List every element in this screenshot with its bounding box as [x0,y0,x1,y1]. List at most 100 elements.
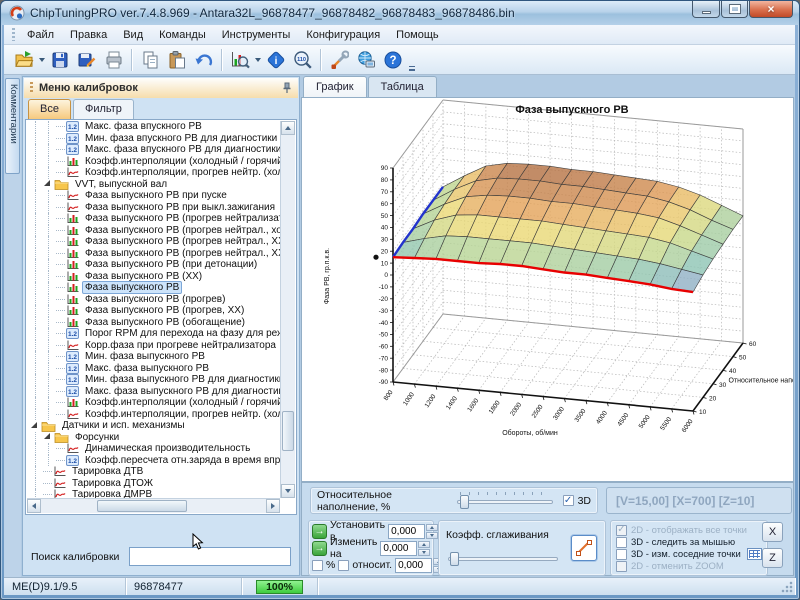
menu-item-1[interactable]: Правка [62,27,115,43]
tree-item[interactable]: 1.2Коэфф.пересчета отн.заряда в время вп… [27,455,280,467]
resize-grip[interactable] [781,581,793,593]
option-3d-follow-mouse: 3D - следить за мышью [616,536,762,548]
map-icon [66,305,79,316]
spin-up-button[interactable] [426,524,438,531]
client-area: Комментарии Меню калибровок ВсеФильтр 1.… [4,75,795,577]
folder-icon [54,178,69,190]
expand-icon[interactable] [44,433,50,439]
scalar-icon: 1.2 [66,374,79,385]
scroll-up-button[interactable] [281,121,295,135]
tab-all[interactable]: Все [28,99,71,119]
toolbar-overflow-button[interactable] [408,49,416,71]
undo-icon [194,50,214,70]
x-axis-button[interactable]: X [762,522,783,542]
toolbar-copy-button[interactable] [136,47,163,73]
menu-item-4[interactable]: Инструменты [214,27,299,43]
print-icon [104,50,124,70]
chart-area[interactable]: -90-80-70-60-50-40-30-20-100102030405060… [301,97,794,482]
panel-grip[interactable] [30,82,33,94]
tree-item[interactable]: Тарировка ДМРВ [27,489,280,498]
option-label: 3D - изм. соседние точки [631,549,741,560]
apply-change-button[interactable]: → [312,541,327,556]
spin-down-button[interactable] [418,549,430,556]
svg-text:1400: 1400 [445,395,459,411]
toolbar-network-button[interactable] [352,47,379,73]
load-label: Относительное наполнение, % [317,489,449,513]
toolbar-print-button[interactable] [100,47,127,73]
tree-folder[interactable]: Датчики и исп. механизмы [27,420,280,432]
tree-vertical-scrollbar[interactable] [280,121,295,498]
scroll-left-button[interactable] [27,499,41,513]
tree-horizontal-scrollbar[interactable] [27,498,280,513]
load-slider[interactable] [457,492,553,510]
map-icon [66,156,79,167]
curve-icon [66,409,79,420]
folder-icon [41,420,56,432]
toolbar-save-edit-button[interactable] [73,47,100,73]
toolbar-tools-button[interactable] [325,47,352,73]
map-icon [66,271,79,282]
maximize-button[interactable] [721,1,748,18]
menu-item-5[interactable]: Конфигурация [298,27,388,43]
menu-item-0[interactable]: Файл [19,27,62,43]
tab-filter[interactable]: Фильтр [73,99,134,119]
smoothing-slider[interactable] [448,551,558,569]
z-axis-button[interactable]: Z [762,548,783,568]
set-to-input[interactable] [388,524,425,539]
svg-text:2500: 2500 [531,403,545,419]
toolbar-info-button[interactable]: i [262,47,289,73]
scroll-thumb[interactable] [282,411,294,451]
curve-icon [53,478,66,489]
spin-down-button[interactable] [426,532,438,539]
option-3d-edit-neighbor-points-checkbox[interactable] [616,549,627,560]
svg-text:-50: -50 [379,332,389,339]
toolbar-open-file-dropdown[interactable] [37,47,46,73]
percent-checkbox[interactable] [312,560,323,571]
smooth-apply-button[interactable] [571,535,597,561]
grid-icon[interactable] [747,548,762,560]
scroll-right-button[interactable] [266,499,280,513]
toolbar-save-button[interactable] [46,47,73,73]
scroll-thumb[interactable] [97,500,187,512]
menu-item-6[interactable]: Помощь [388,27,447,43]
toolbar-open-file-button[interactable] [10,47,37,73]
menu-item-2[interactable]: Вид [115,27,151,43]
toolbar-chart-zoom-button[interactable] [226,47,253,73]
menu-grip [12,28,15,41]
toolbar-help-button[interactable]: ? [379,47,406,73]
map-icon [66,397,79,408]
comments-tab[interactable]: Комментарии [5,78,20,174]
status-file-id: 96878477 [126,578,242,595]
option-3d-follow-mouse-checkbox[interactable] [616,537,627,548]
3d-checkbox[interactable]: ✓ [563,495,574,506]
svg-text:3000: 3000 [552,405,566,421]
tab-table[interactable]: Таблица [368,76,437,97]
svg-text:1.2: 1.2 [68,377,77,384]
relative-label: относит. [352,559,392,571]
minimize-button[interactable] [692,1,720,18]
tab-graph[interactable]: График [303,76,367,97]
pin-icon[interactable] [282,82,292,94]
option-2d-show-all-points: ✓2D - отображать все точки [616,524,762,536]
expand-icon[interactable] [31,422,37,428]
toolbar-chart-zoom-dropdown[interactable] [253,47,262,73]
expand-icon[interactable] [44,180,50,186]
toolbar-undo-button[interactable] [190,47,217,73]
spin-up-button[interactable] [418,541,430,548]
svg-text:Фаза РВ, гр.п.к.в.: Фаза РВ, гр.п.к.в. [324,248,331,304]
option-2d-cancel-zoom-checkbox[interactable] [616,561,627,572]
menu-item-3[interactable]: Команды [151,27,214,43]
curve-icon [66,340,79,351]
option-2d-show-all-points-checkbox[interactable]: ✓ [616,525,627,536]
toolbar-find-number-button[interactable]: 110 [289,47,316,73]
relative-input[interactable] [395,558,432,573]
close-button[interactable]: × [749,1,793,18]
relative-checkbox[interactable] [338,560,349,571]
surface-chart[interactable]: -90-80-70-60-50-40-30-20-100102030405060… [302,98,794,481]
toolbar-paste-button[interactable] [163,47,190,73]
comments-strip: Комментарии [4,75,21,577]
search-input[interactable] [129,547,291,566]
scroll-down-button[interactable] [281,484,295,498]
apply-set-button[interactable]: → [312,524,327,539]
change-by-input[interactable] [380,541,417,556]
